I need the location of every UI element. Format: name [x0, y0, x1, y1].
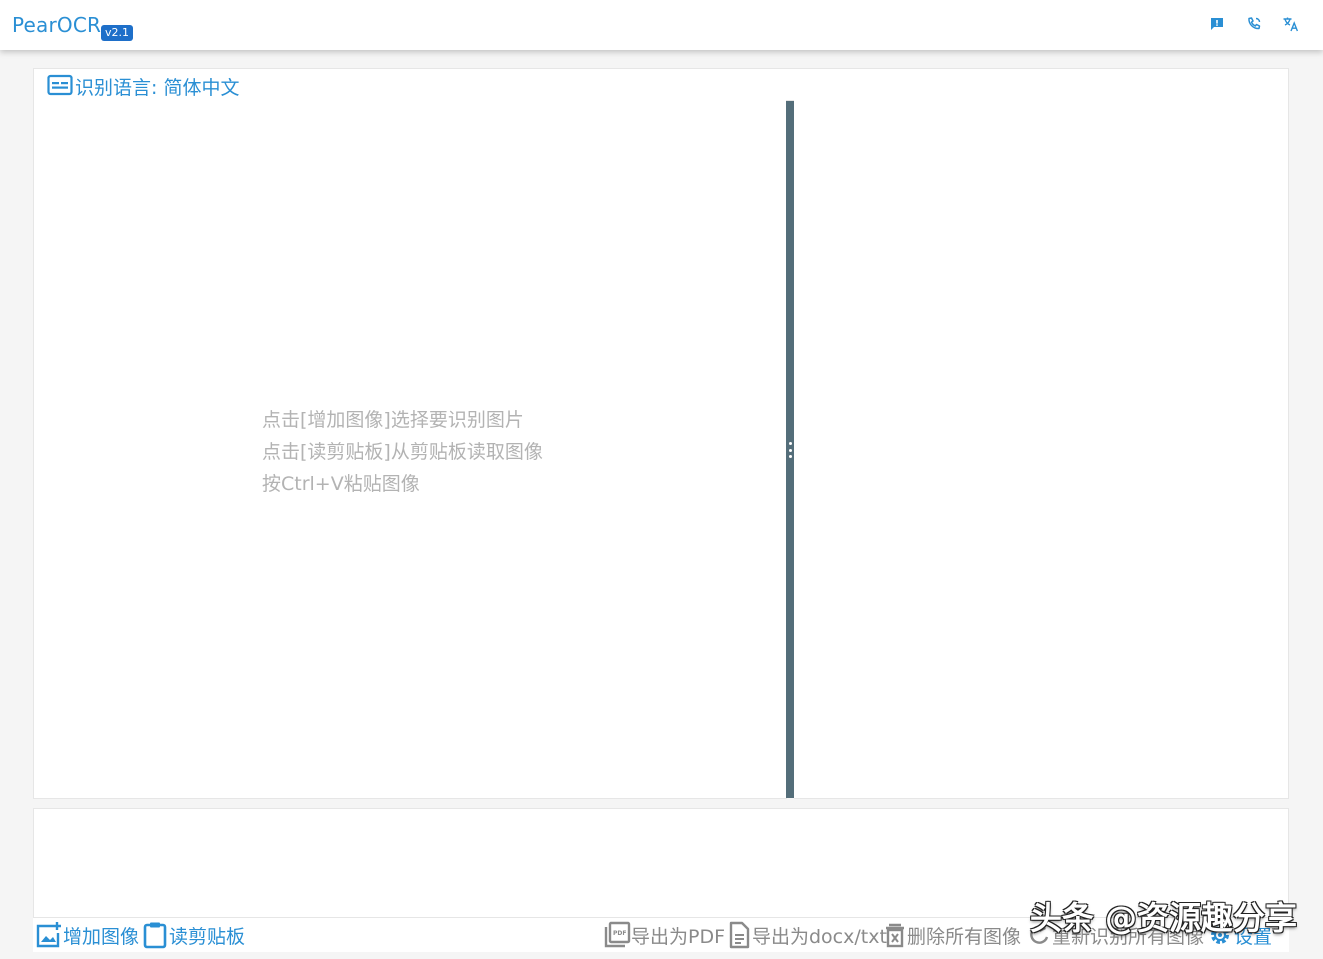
- export-pdf-label: 导出为PDF: [631, 925, 726, 948]
- svg-text:PDF: PDF: [613, 930, 626, 937]
- delete-all-button[interactable]: 删除所有图像: [883, 919, 1021, 951]
- export-pdf-button[interactable]: PDF 导出为PDF: [603, 919, 725, 951]
- phone-icon[interactable]: [1245, 15, 1263, 33]
- pdf-icon: PDF: [603, 921, 631, 949]
- top-app-bar: PearOCR v2.1: [0, 0, 1323, 50]
- add-image-button[interactable]: 增加图像: [35, 919, 139, 951]
- panel-splitter[interactable]: [786, 101, 794, 798]
- app-title: PearOCR: [12, 13, 102, 37]
- drag-handle-icon[interactable]: [788, 442, 792, 458]
- add-image-label: 增加图像: [63, 925, 140, 948]
- read-clipboard-button[interactable]: 读剪贴板: [141, 919, 245, 951]
- feedback-icon[interactable]: [1208, 15, 1226, 33]
- delete-all-label: 删除所有图像: [907, 925, 1022, 948]
- translate-icon[interactable]: [1282, 15, 1300, 33]
- result-panel[interactable]: [794, 100, 1289, 799]
- export-docx-label: 导出为docx/txt: [752, 925, 887, 948]
- trash-icon: [883, 921, 907, 949]
- language-bar: 识别语言: 简体中文: [33, 68, 1289, 101]
- clipboard-icon: [141, 921, 169, 949]
- hint-add-image: 点击[增加图像]选择要识别图片: [262, 409, 524, 431]
- document-icon: [726, 921, 752, 949]
- version-badge: v2.1: [101, 25, 134, 41]
- hint-read-clipboard: 点击[读剪贴板]从剪贴板读取图像: [262, 441, 543, 463]
- export-docx-button[interactable]: 导出为docx/txt: [726, 919, 887, 951]
- read-clipboard-label: 读剪贴板: [169, 925, 246, 948]
- watermark: 头条 @资源趣分享: [1029, 899, 1297, 937]
- image-panel[interactable]: 点击[增加图像]选择要识别图片 点击[读剪贴板]从剪贴板读取图像 按Ctrl+V…: [33, 100, 787, 799]
- recognition-language-selector[interactable]: 识别语言: 简体中文: [75, 73, 239, 100]
- add-photo-icon: [35, 921, 63, 949]
- subtitles-icon: [47, 73, 73, 97]
- hint-paste: 按Ctrl+V粘贴图像: [262, 473, 420, 495]
